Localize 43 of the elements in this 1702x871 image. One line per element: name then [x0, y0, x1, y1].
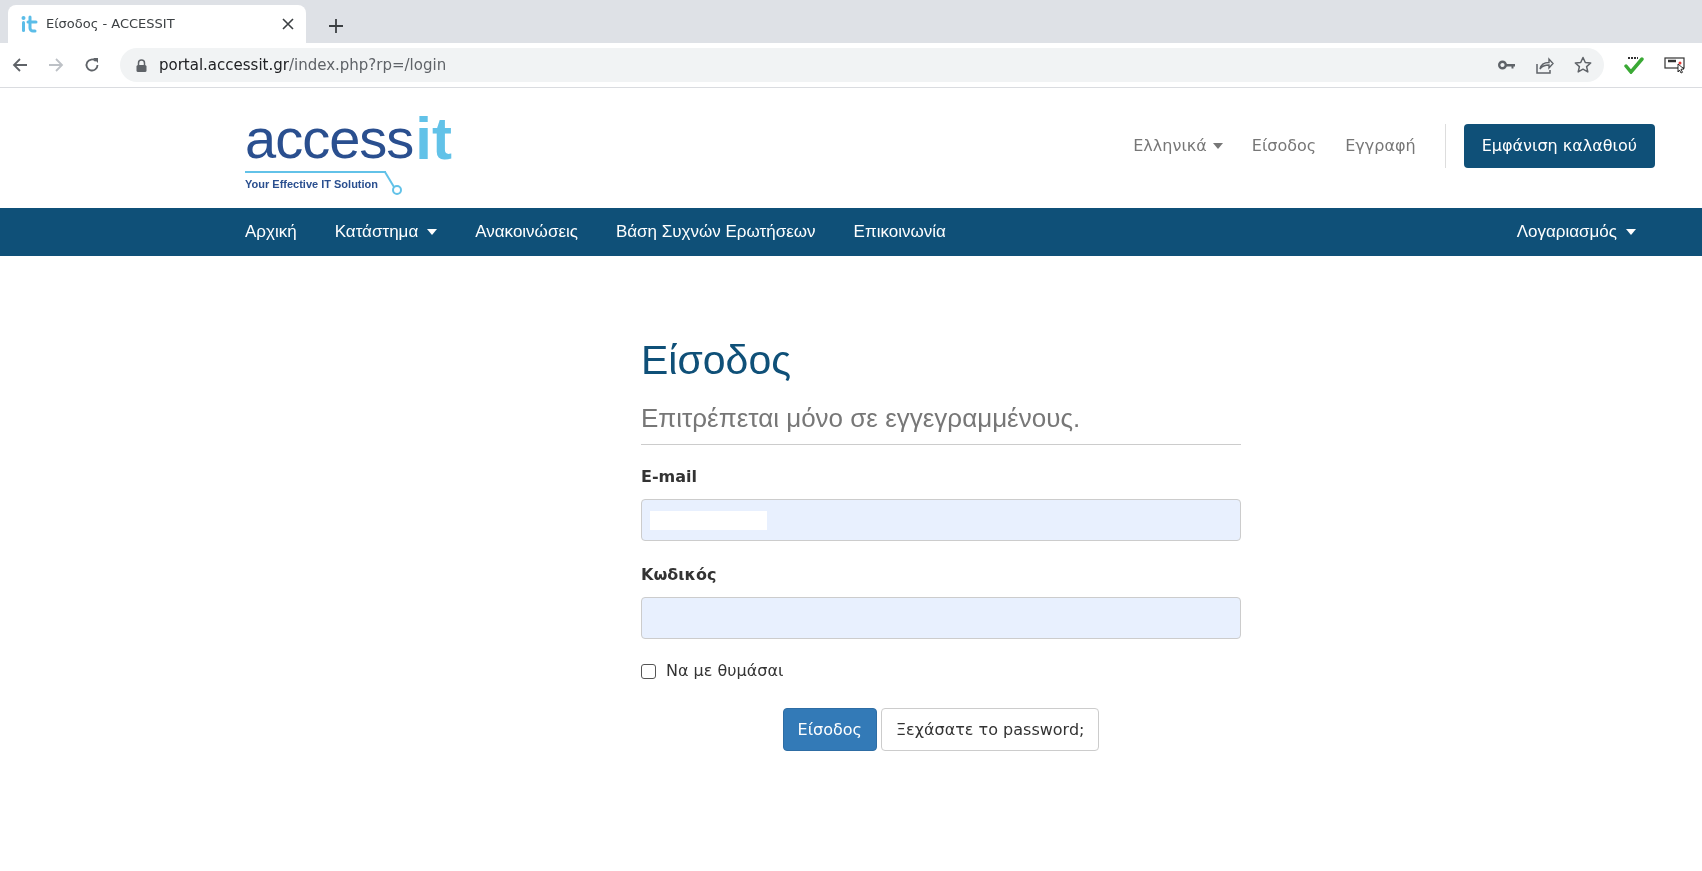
logo-wordmark: access [245, 110, 414, 167]
nav-link[interactable]: Αρχική [245, 219, 297, 245]
key-icon[interactable] [1498, 60, 1516, 70]
reload-icon[interactable] [84, 57, 100, 73]
circuit-line-icon [384, 170, 405, 195]
new-tab-icon[interactable] [328, 18, 344, 34]
forgot-password-button[interactable]: Ξεχάσατε το password; [880, 708, 1100, 751]
extension-icon[interactable] [1664, 56, 1686, 74]
field-label: E-mail [641, 466, 698, 488]
login-button[interactable]: Είσοδος [782, 708, 877, 751]
nav-link[interactable]: Λογαριασμός [1516, 219, 1636, 245]
caret-icon [427, 229, 438, 235]
spellcheck-extension-icon[interactable] [1624, 56, 1644, 74]
nav-link[interactable]: Ανακοινώσεις [475, 219, 578, 245]
logo-mark: it [415, 109, 452, 167]
header-link[interactable]: Εγγραφή [1345, 134, 1416, 158]
field-label: Κωδικός [641, 564, 718, 586]
browser-tab[interactable]: Είσοδος - ACCESSIT [8, 5, 306, 43]
url-text: portal.accessit.gr/index.php?rp=/login [159, 54, 448, 76]
password-field[interactable] [641, 597, 1241, 639]
tab-title: Είσοδος - ACCESSIT [46, 15, 176, 34]
caret-icon [1212, 143, 1223, 149]
share-icon[interactable] [1536, 56, 1554, 74]
header-link[interactable]: Ελληνικά [1133, 134, 1223, 158]
logo-tagline: Your Effective IT Solution [245, 170, 387, 192]
header-link[interactable]: Είσοδος [1251, 134, 1317, 158]
address-bar[interactable]: portal.accessit.gr/index.php?rp=/login [120, 48, 1604, 82]
checkbox-label: Να με θυμάσαι [666, 660, 784, 682]
email-field[interactable] [641, 499, 1241, 541]
caret-icon [1626, 229, 1636, 235]
nav-link[interactable]: Επικοινωνία [853, 219, 946, 245]
page-subtitle: Επιτρέπεται μόνο σε εγγεγραμμένους. [641, 402, 1082, 434]
back-icon[interactable] [12, 57, 28, 73]
page-title: Είσοδος [641, 336, 792, 384]
nav-link[interactable]: Κατάστημα [334, 219, 438, 245]
view-cart-button[interactable]: Εμφάνιση καλαθιού [1463, 124, 1655, 168]
site-logo[interactable]: accessit Your Effective IT Solution [245, 101, 452, 195]
close-icon[interactable] [282, 18, 294, 30]
star-icon[interactable] [1574, 56, 1592, 74]
lock-icon [136, 58, 147, 72]
site-favicon-icon [20, 15, 38, 33]
remember-checkbox[interactable] [641, 663, 656, 679]
nav-link[interactable]: Βάση Συχνών Ερωτήσεων [615, 219, 816, 245]
